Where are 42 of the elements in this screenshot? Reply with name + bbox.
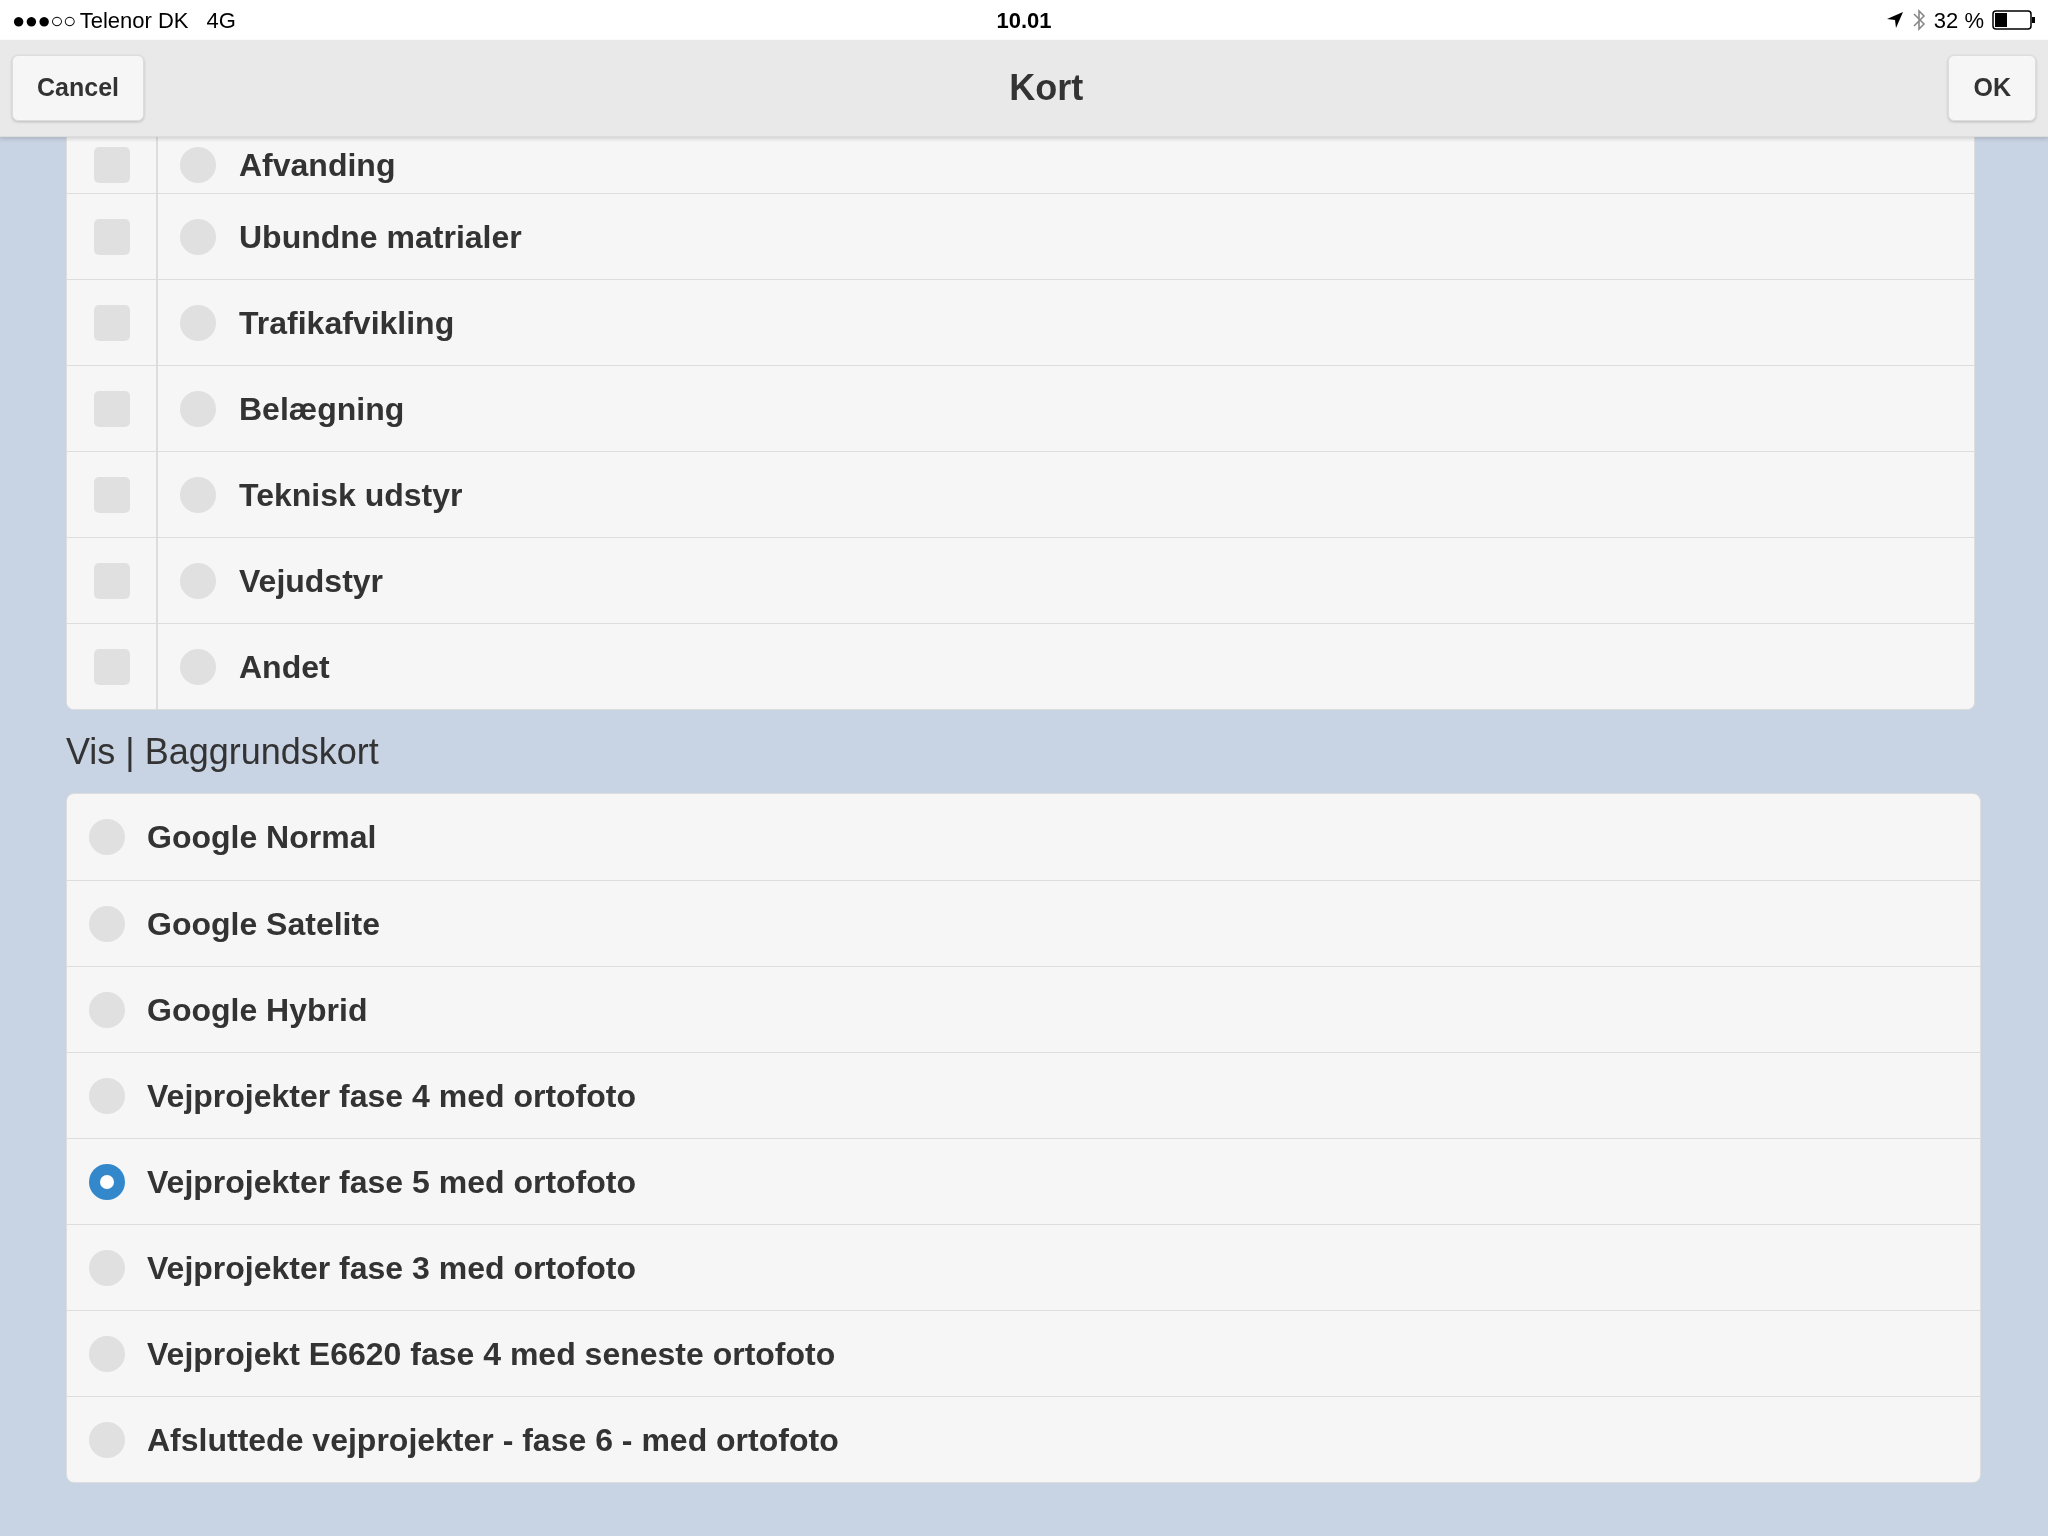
map-option-label: Vejprojekter fase 3 med ortofoto	[147, 1248, 636, 1288]
radio-button[interactable]	[89, 1163, 125, 1200]
map-option-label: Google Hybrid	[147, 990, 368, 1030]
map-option-label: Vejprojekt E6620 fase 4 med seneste ortofoto	[147, 1334, 836, 1374]
map-option-row[interactable]: Vejprojekter fase 3 med ortofoto	[67, 1224, 1980, 1310]
battery-icon	[1992, 10, 2036, 30]
signal-strength: ●●●○○	[12, 6, 76, 35]
map-option-label: Vejprojekter fase 5 med ortofoto	[147, 1162, 636, 1202]
section-heading: Vis | Baggrundskort	[66, 730, 380, 774]
cancel-button[interactable]: Cancel	[12, 55, 144, 121]
map-option-label: Afsluttede vejprojekter - fase 6 - med ortofoto	[147, 1420, 839, 1460]
map-option-label: Google Normal	[147, 818, 377, 857]
layer-row[interactable]: Teknisk udstyr	[67, 451, 1974, 537]
map-option-row[interactable]: Google Hybrid	[67, 966, 1980, 1052]
layer-label: Vejudstyr	[239, 561, 384, 601]
layer-label: Afvanding	[239, 146, 396, 185]
layer-label: Belægning	[239, 389, 405, 429]
layer-row[interactable]: Trafikafvikling	[67, 279, 1974, 365]
map-option-label: Vejprojekter fase 4 med ortofoto	[147, 1076, 636, 1116]
map-option-row[interactable]: Google Normal	[67, 794, 1980, 880]
layer-row[interactable]: Andet	[67, 623, 1974, 709]
carrier-name: Telenor DK	[79, 6, 189, 35]
layer-label: Trafikafvikling	[239, 303, 455, 343]
map-option-row[interactable]: Afsluttede vejprojekter - fase 6 - med ortofoto	[67, 1396, 1980, 1482]
map-option-label: Google Satelite	[147, 904, 380, 944]
map-option-row[interactable]: Vejprojekt E6620 fase 4 med seneste ortofoto	[67, 1310, 1980, 1396]
layer-label: Ubundne matrialer	[239, 217, 522, 257]
map-option-row[interactable]: Vejprojekter fase 4 med ortofoto	[67, 1052, 1980, 1138]
map-option-row[interactable]: Vejprojekter fase 5 med ortofoto	[67, 1138, 1980, 1224]
ok-button[interactable]: OK	[1948, 55, 2036, 121]
layer-label: Andet	[239, 647, 330, 687]
layer-row[interactable]: Vejudstyr	[67, 537, 1974, 623]
battery-percentage: 32 %	[1933, 6, 1984, 35]
location-arrow-icon	[1885, 11, 1904, 29]
clock-time: 10.01	[996, 6, 1052, 35]
network-type: 4G	[206, 6, 236, 35]
layer-label: Teknisk udstyr	[239, 475, 463, 515]
layer-row[interactable]: Belægning	[67, 365, 1974, 451]
page-title: Kort	[1009, 66, 1084, 110]
map-option-row[interactable]: Google Satelite	[67, 880, 1980, 966]
layer-row[interactable]: Ubundne matrialer	[67, 193, 1974, 279]
bluetooth-icon	[1911, 8, 1926, 32]
